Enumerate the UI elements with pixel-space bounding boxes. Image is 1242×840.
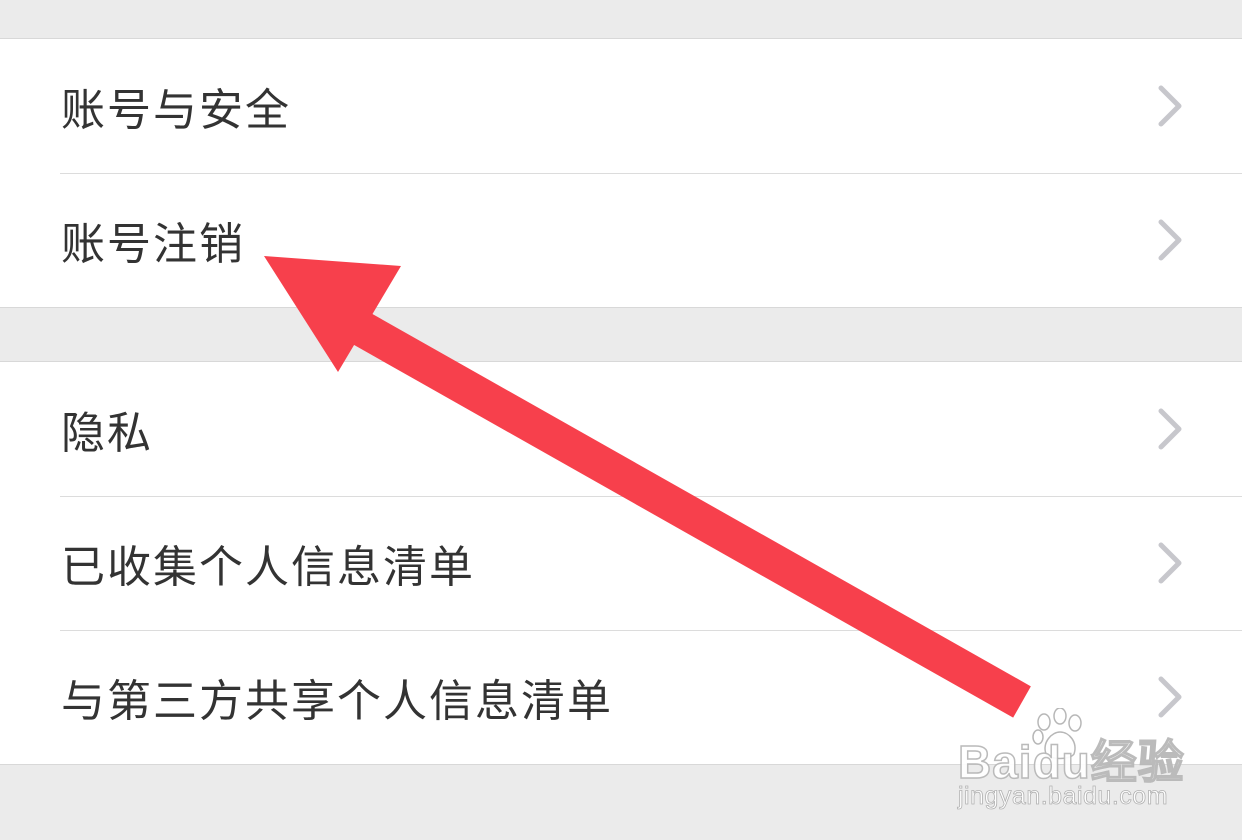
chevron-right-icon — [1156, 407, 1184, 451]
section-gap — [0, 0, 1242, 38]
settings-page: 账号与安全 账号注销 隐私 已收集个人信息清单 与第三方共享个人信息清单 — [0, 0, 1242, 840]
settings-item-collected-info-list[interactable]: 已收集个人信息清单 — [0, 496, 1242, 630]
settings-group-privacy: 隐私 已收集个人信息清单 与第三方共享个人信息清单 — [0, 361, 1242, 765]
settings-item-account-security[interactable]: 账号与安全 — [0, 39, 1242, 173]
settings-item-label: 隐私 — [61, 408, 153, 459]
settings-group-account: 账号与安全 账号注销 — [0, 38, 1242, 308]
settings-item-label: 与第三方共享个人信息清单 — [61, 676, 613, 727]
section-gap — [0, 765, 1242, 839]
chevron-right-icon — [1156, 218, 1184, 262]
chevron-right-icon — [1156, 675, 1184, 719]
settings-item-privacy[interactable]: 隐私 — [0, 362, 1242, 496]
settings-item-label: 账号与安全 — [61, 85, 291, 136]
section-gap — [0, 308, 1242, 361]
chevron-right-icon — [1156, 541, 1184, 585]
settings-item-label: 已收集个人信息清单 — [61, 542, 475, 593]
settings-item-label: 账号注销 — [61, 219, 245, 270]
settings-item-account-cancellation[interactable]: 账号注销 — [0, 173, 1242, 307]
chevron-right-icon — [1156, 84, 1184, 128]
settings-item-third-party-sharing-list[interactable]: 与第三方共享个人信息清单 — [0, 630, 1242, 764]
